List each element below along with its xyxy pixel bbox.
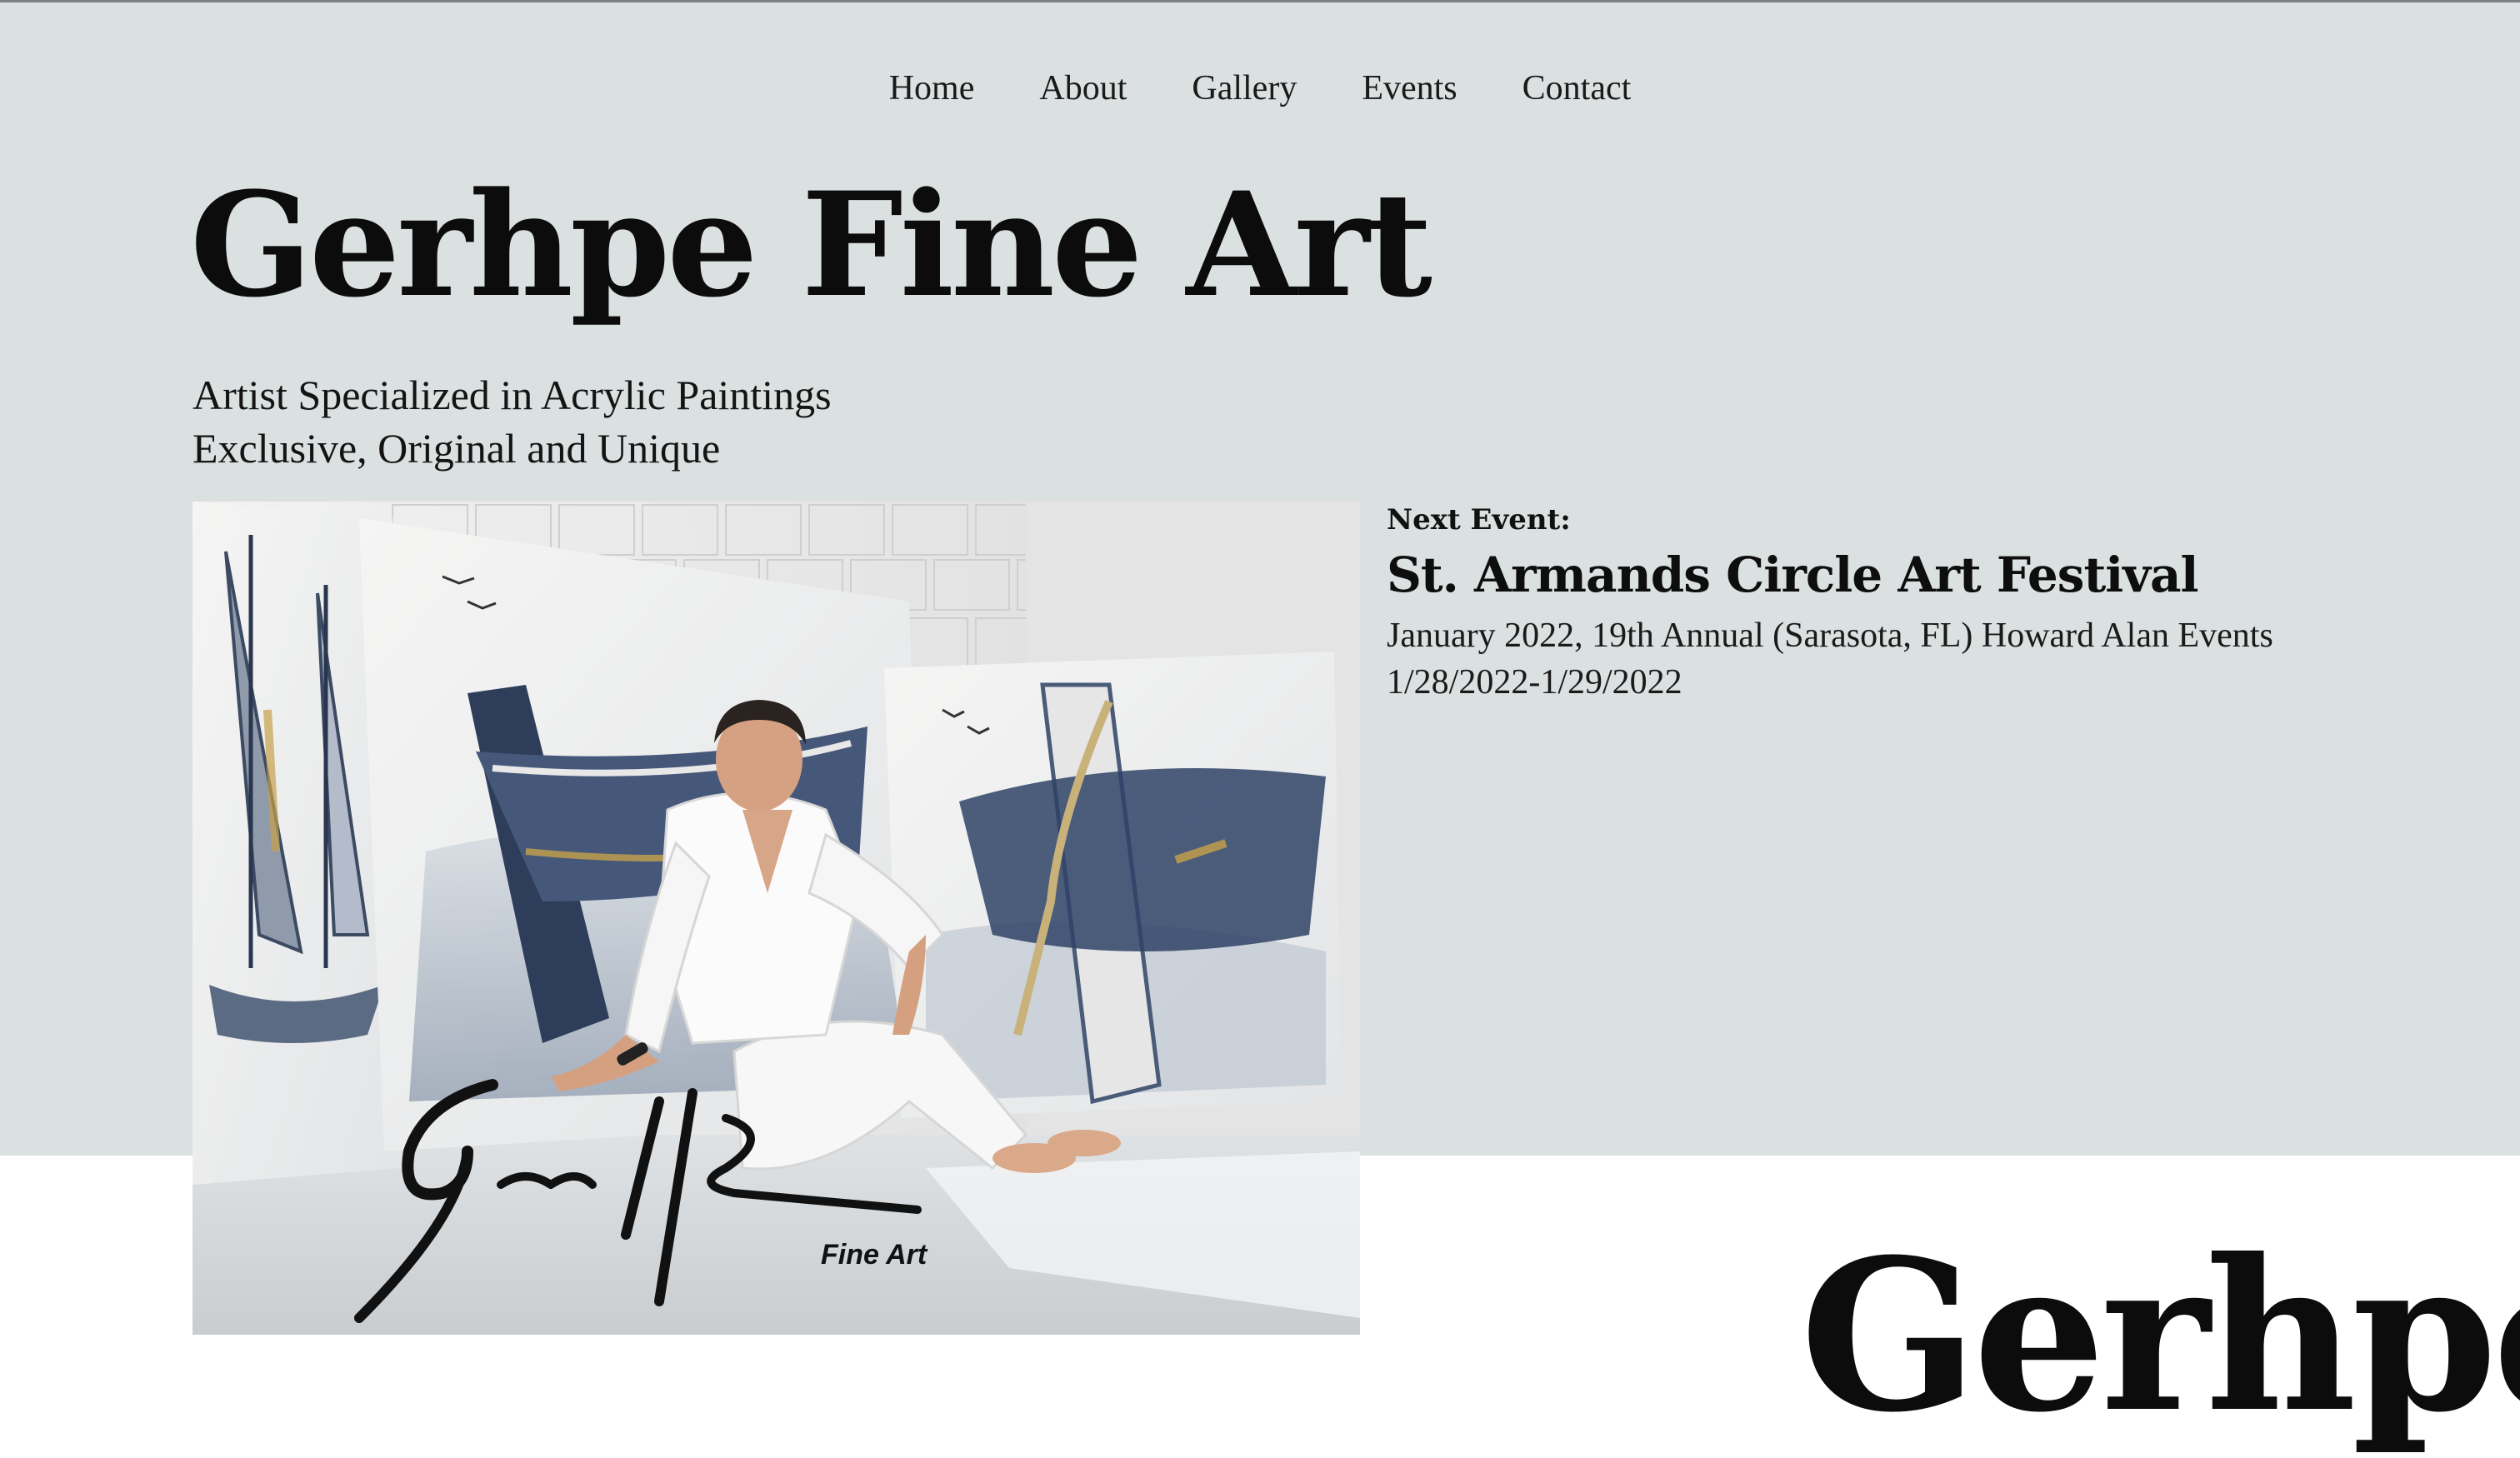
event-dates: 1/28/2022-1/29/2022 <box>1387 662 1682 702</box>
tagline-line-1: Artist Specialized in Acrylic Paintings <box>192 372 832 418</box>
nav-about-link[interactable]: About <box>1039 68 1127 108</box>
event-name: St. Armands Circle Art Festival <box>1387 546 2199 603</box>
next-event-panel: Next Event: St. Armands Circle Art Festi… <box>1387 503 2470 706</box>
site-title: Gerhpe Fine Art <box>190 160 1432 329</box>
tagline-line-2: Exclusive, Original and Unique <box>192 425 721 472</box>
nav-events-link[interactable]: Events <box>1362 68 1457 108</box>
artist-photo: Fine Art <box>192 502 1360 1335</box>
next-event-label: Next Event: <box>1387 503 1571 537</box>
nav-gallery-link[interactable]: Gallery <box>1192 68 1297 108</box>
main-nav: Home About Gallery Events Contact <box>0 68 2520 108</box>
footer-title: Gerhpe <box>1800 1213 2520 1458</box>
nav-home-link[interactable]: Home <box>889 68 975 108</box>
signature-caption: Fine Art <box>821 1239 928 1271</box>
nav-contact-link[interactable]: Contact <box>1522 68 1632 108</box>
event-detail: January 2022, 19th Annual (Sarasota, FL)… <box>1387 616 2273 655</box>
